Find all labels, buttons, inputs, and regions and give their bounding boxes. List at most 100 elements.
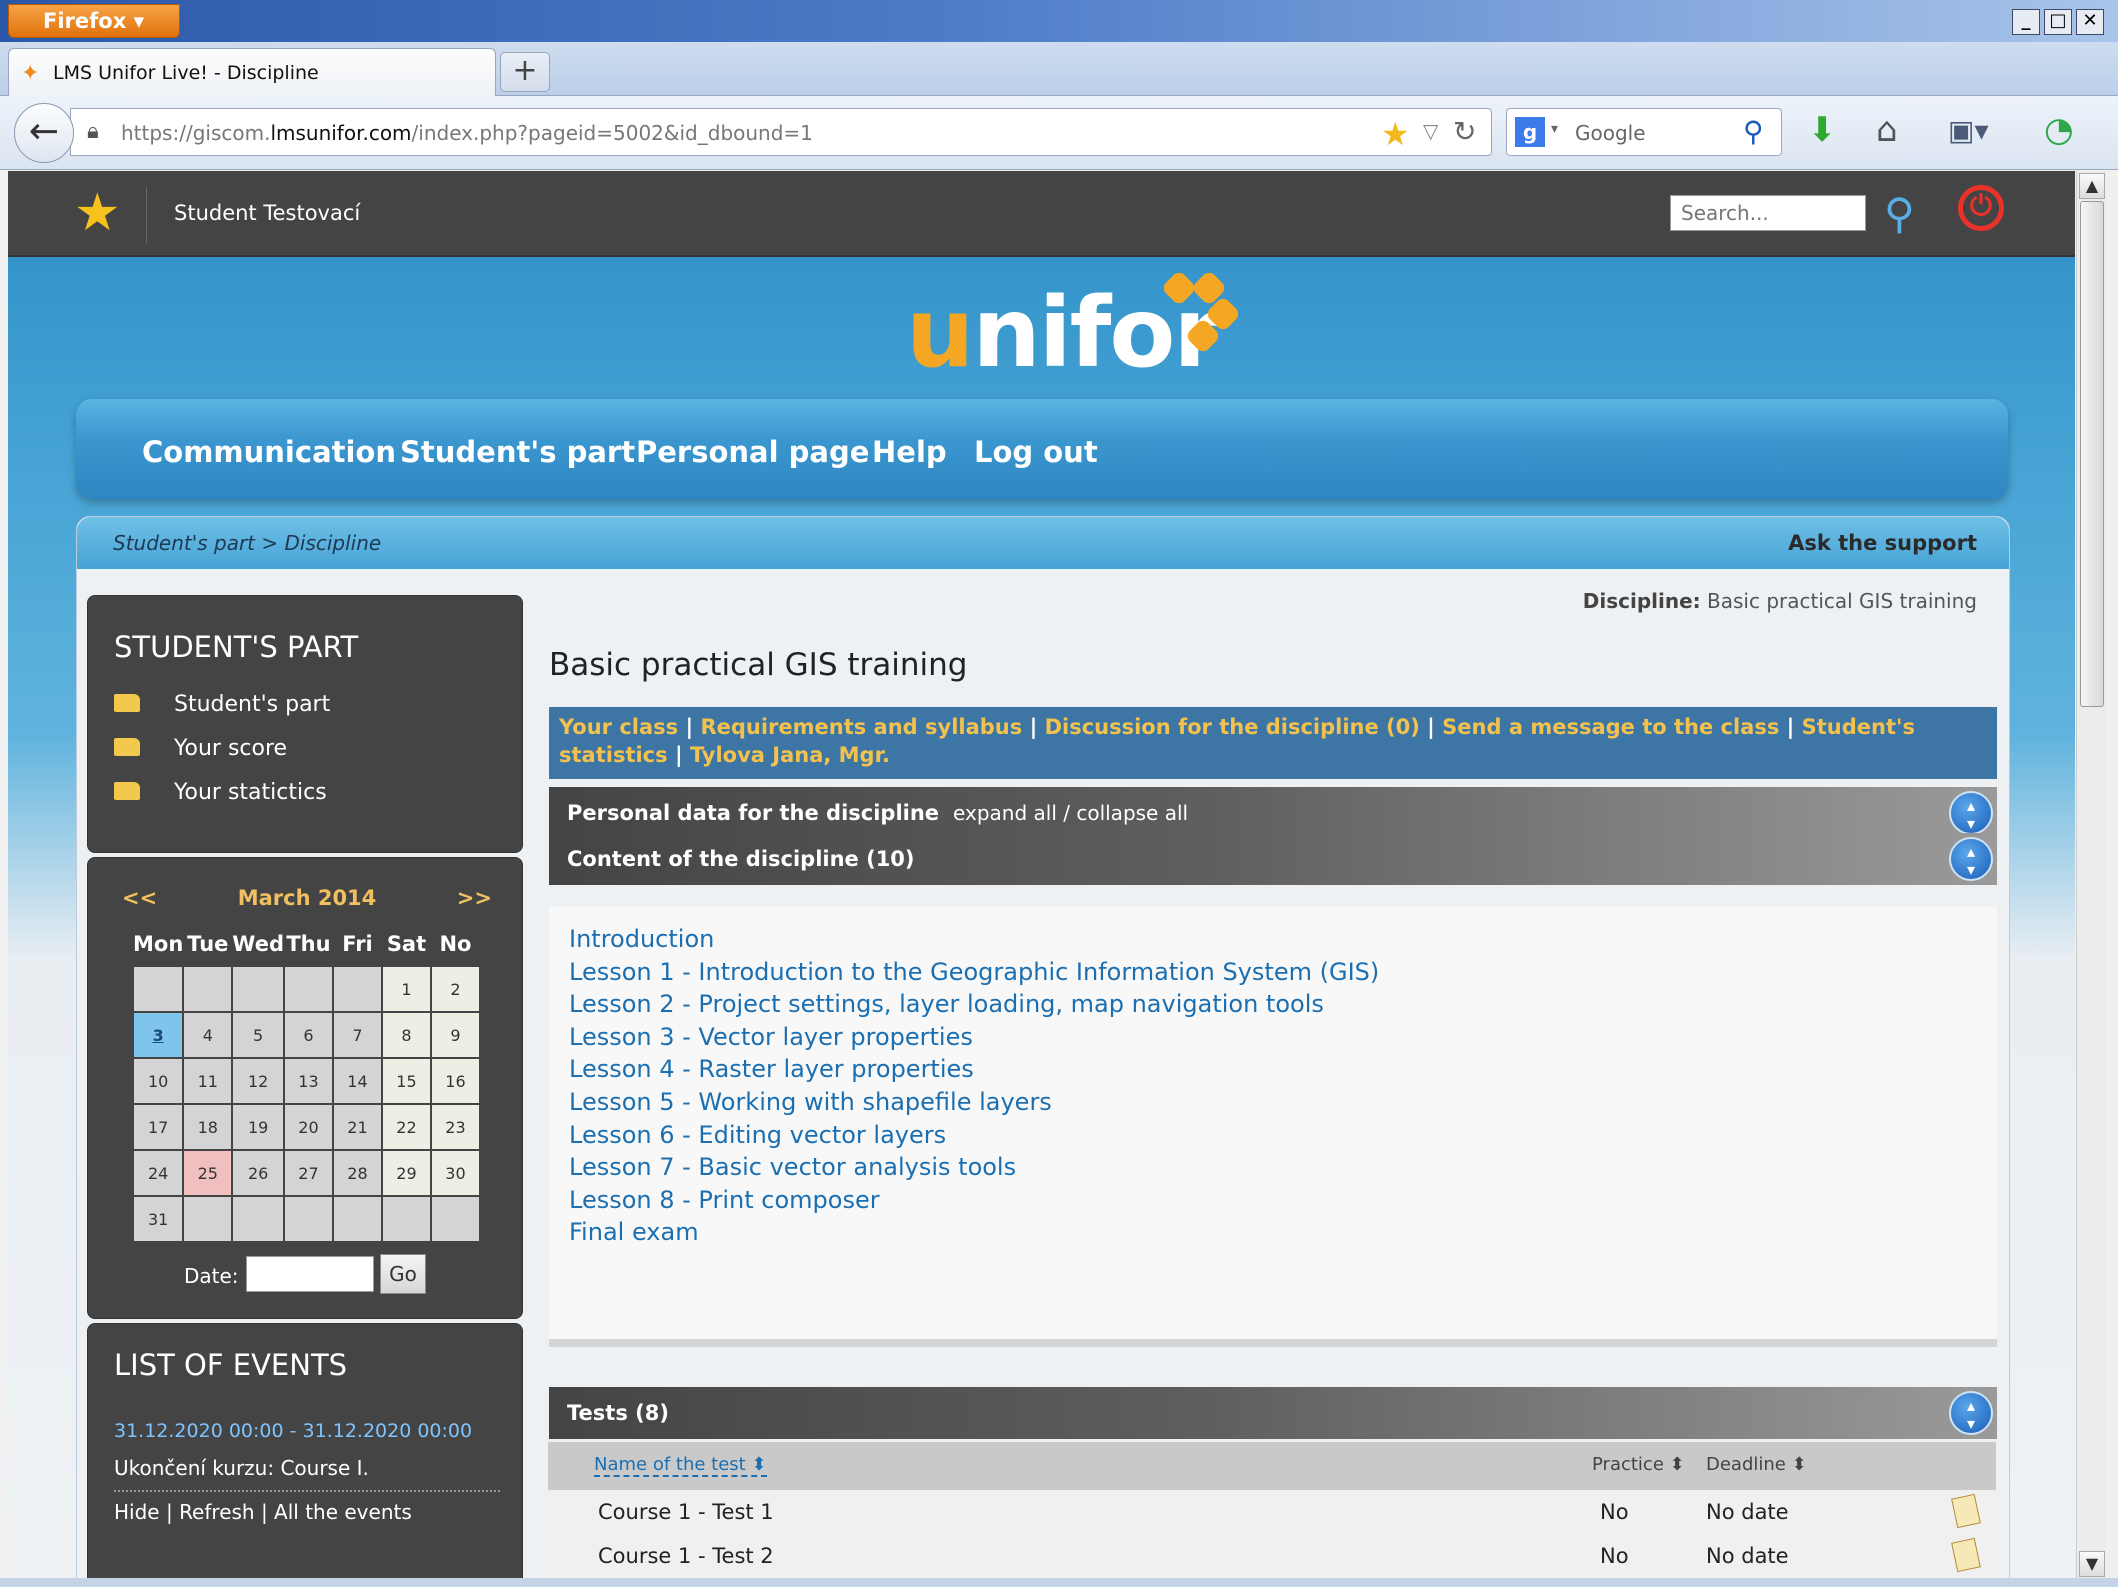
calendar-day[interactable]: 24 bbox=[131, 1149, 185, 1197]
favorite-star-icon[interactable]: ★ bbox=[74, 185, 121, 241]
expand-collapse-link[interactable]: expand all / collapse all bbox=[953, 801, 1188, 825]
scroll-up-button[interactable]: ▲ bbox=[2079, 173, 2105, 199]
calendar-day[interactable]: 26 bbox=[231, 1149, 285, 1197]
calendar-day[interactable]: 27 bbox=[282, 1149, 334, 1197]
table-row[interactable]: Course 1 - Test 1 No No date bbox=[548, 1492, 1996, 1536]
menu-log-out[interactable]: Log out bbox=[974, 435, 1098, 469]
close-button[interactable]: ✕ bbox=[2076, 9, 2104, 35]
calendar-day[interactable]: 16 bbox=[429, 1057, 481, 1105]
menu-help[interactable]: Help bbox=[872, 435, 947, 469]
search-icon[interactable]: ⚲ bbox=[1743, 115, 1764, 148]
personal-data-section-header[interactable]: Personal data for the discipline expand a… bbox=[549, 787, 1997, 839]
calendar-day[interactable]: 20 bbox=[282, 1103, 334, 1151]
ask-support-link[interactable]: Ask the support bbox=[1788, 531, 1977, 555]
go-button[interactable]: Go bbox=[380, 1254, 426, 1294]
lesson-link[interactable]: Lesson 6 - Editing vector layers bbox=[569, 1121, 946, 1149]
calendar-day[interactable]: 22 bbox=[380, 1103, 432, 1151]
home-icon[interactable]: ⌂ bbox=[1876, 110, 1898, 150]
calendar-day[interactable]: 9 bbox=[429, 1011, 481, 1059]
calendar-day[interactable]: 28 bbox=[331, 1149, 383, 1197]
calendar-day[interactable]: 3 bbox=[131, 1011, 185, 1059]
sort-icon[interactable]: ⬍ bbox=[1664, 1454, 1685, 1475]
sidebar-item-your-statistics[interactable]: Your statictics bbox=[114, 780, 327, 805]
calendar-day[interactable]: 12 bbox=[231, 1057, 285, 1105]
engine-dropdown-icon[interactable]: ▾ bbox=[1551, 121, 1558, 137]
url-bar[interactable]: 🔒︎ https://giscom.lmsunifor.com/index.ph… bbox=[70, 108, 1492, 156]
calendar-day[interactable]: 4 bbox=[182, 1011, 234, 1059]
calendar-day[interactable]: 8 bbox=[380, 1011, 432, 1059]
calendar-day[interactable]: 10 bbox=[131, 1057, 185, 1105]
maximize-button[interactable]: □ bbox=[2044, 9, 2072, 35]
calendar-prev-button[interactable]: << bbox=[122, 886, 157, 910]
addon-icon[interactable]: ◔ bbox=[2044, 110, 2074, 150]
bookmark-star-icon[interactable]: ★ bbox=[1381, 115, 1410, 153]
column-header[interactable]: Name of the test ⬍ bbox=[594, 1454, 767, 1477]
breadcrumb[interactable]: Student's part > Discipline bbox=[113, 531, 381, 555]
column-header[interactable]: Deadline ⬍ bbox=[1706, 1454, 1807, 1475]
firefox-menu-button[interactable]: Firefox ▾ bbox=[8, 4, 180, 38]
calendar-day[interactable]: 13 bbox=[282, 1057, 334, 1105]
calendar-day[interactable]: 6 bbox=[282, 1011, 334, 1059]
lesson-link[interactable]: Introduction bbox=[569, 925, 714, 953]
lesson-link[interactable]: Final exam bbox=[569, 1218, 699, 1246]
chevron-down-icon[interactable]: ▽ bbox=[1423, 119, 1438, 143]
link-send-message[interactable]: Send a message to the class bbox=[1442, 715, 1779, 739]
calendar-day[interactable]: 11 bbox=[182, 1057, 234, 1105]
minimize-button[interactable]: _ bbox=[2012, 9, 2040, 35]
lesson-link[interactable]: Lesson 3 - Vector layer properties bbox=[569, 1023, 973, 1051]
reload-icon[interactable]: ↻ bbox=[1453, 115, 1476, 148]
expand-icon[interactable]: ▴ ▾ bbox=[1949, 1391, 1993, 1435]
calendar-day[interactable]: 2 bbox=[429, 965, 481, 1013]
calendar-day[interactable]: 7 bbox=[331, 1011, 383, 1059]
power-icon[interactable]: ⏻ bbox=[1958, 185, 2004, 231]
lesson-link[interactable]: Lesson 4 - Raster layer properties bbox=[569, 1055, 974, 1083]
menu-personal-page[interactable]: Personal page bbox=[636, 435, 869, 469]
calendar-day[interactable]: 5 bbox=[231, 1011, 285, 1059]
all-events-link[interactable]: All the events bbox=[274, 1500, 412, 1524]
expand-icon[interactable]: ▴ ▾ bbox=[1949, 837, 1993, 881]
note-icon[interactable] bbox=[1951, 1537, 1981, 1573]
table-row[interactable]: Course 1 - Test 2 No No date bbox=[548, 1536, 1996, 1579]
browser-tab[interactable]: ✦ LMS Unifor Live! - Discipline bbox=[8, 48, 496, 96]
link-requirements[interactable]: Requirements and syllabus bbox=[700, 715, 1022, 739]
sidebar-item-your-score[interactable]: Your score bbox=[114, 736, 287, 761]
date-input[interactable] bbox=[246, 1256, 374, 1292]
scrollbar-thumb[interactable] bbox=[2080, 201, 2104, 707]
calendar-day[interactable]: 25 bbox=[182, 1149, 234, 1197]
calendar-day[interactable]: 19 bbox=[231, 1103, 285, 1151]
calendar-day[interactable]: 31 bbox=[131, 1195, 185, 1243]
sort-icon[interactable]: ⬍ bbox=[1786, 1454, 1807, 1475]
sidebar-item-students-part[interactable]: Student's part bbox=[114, 692, 330, 717]
column-header[interactable]: Practice ⬍ bbox=[1592, 1454, 1685, 1475]
lesson-link[interactable]: Lesson 7 - Basic vector analysis tools bbox=[569, 1153, 1016, 1181]
menu-communication[interactable]: Communication bbox=[142, 435, 396, 469]
tests-section-header[interactable]: Tests (8) ▴ ▾ bbox=[549, 1387, 1997, 1439]
expand-icon[interactable]: ▴ ▾ bbox=[1949, 791, 1993, 835]
sort-icon[interactable]: ⬍ bbox=[746, 1454, 766, 1475]
calendar-day[interactable]: 21 bbox=[331, 1103, 383, 1151]
lesson-link[interactable]: Lesson 8 - Print composer bbox=[569, 1186, 880, 1214]
menu-students-part[interactable]: Student's part bbox=[400, 435, 635, 469]
refresh-events-link[interactable]: Refresh bbox=[179, 1500, 255, 1524]
site-search-input[interactable] bbox=[1670, 195, 1866, 231]
content-section-header[interactable]: Content of the discipline (10) ▴ ▾ bbox=[549, 833, 1997, 885]
link-discussion[interactable]: Discussion for the discipline (0) bbox=[1045, 715, 1420, 739]
hide-events-link[interactable]: Hide bbox=[114, 1500, 160, 1524]
calendar-day[interactable]: 23 bbox=[429, 1103, 481, 1151]
link-teacher[interactable]: Tylova Jana, Mgr. bbox=[690, 743, 890, 767]
lesson-link[interactable]: Lesson 5 - Working with shapefile layers bbox=[569, 1088, 1052, 1116]
back-button[interactable]: ← bbox=[14, 103, 74, 163]
calendar-day[interactable]: 18 bbox=[182, 1103, 234, 1151]
download-icon[interactable]: ⬇ bbox=[1808, 110, 1837, 150]
calendar-day[interactable]: 15 bbox=[380, 1057, 432, 1105]
calendar-day[interactable]: 30 bbox=[429, 1149, 481, 1197]
calendar-next-button[interactable]: >> bbox=[457, 886, 492, 910]
search-icon[interactable]: ⚲ bbox=[1884, 189, 1915, 238]
web-search-field[interactable]: g ▾ Google ⚲ bbox=[1506, 108, 1782, 156]
note-icon[interactable] bbox=[1951, 1493, 1981, 1529]
calendar-day[interactable]: 14 bbox=[331, 1057, 383, 1105]
page-scrollbar[interactable]: ▲ ▼ bbox=[2076, 171, 2106, 1579]
bookmarks-menu-icon[interactable]: ▣▾ bbox=[1948, 114, 1989, 147]
lesson-link[interactable]: Lesson 1 - Introduction to the Geographi… bbox=[569, 958, 1379, 986]
scroll-down-button[interactable]: ▼ bbox=[2079, 1551, 2105, 1577]
